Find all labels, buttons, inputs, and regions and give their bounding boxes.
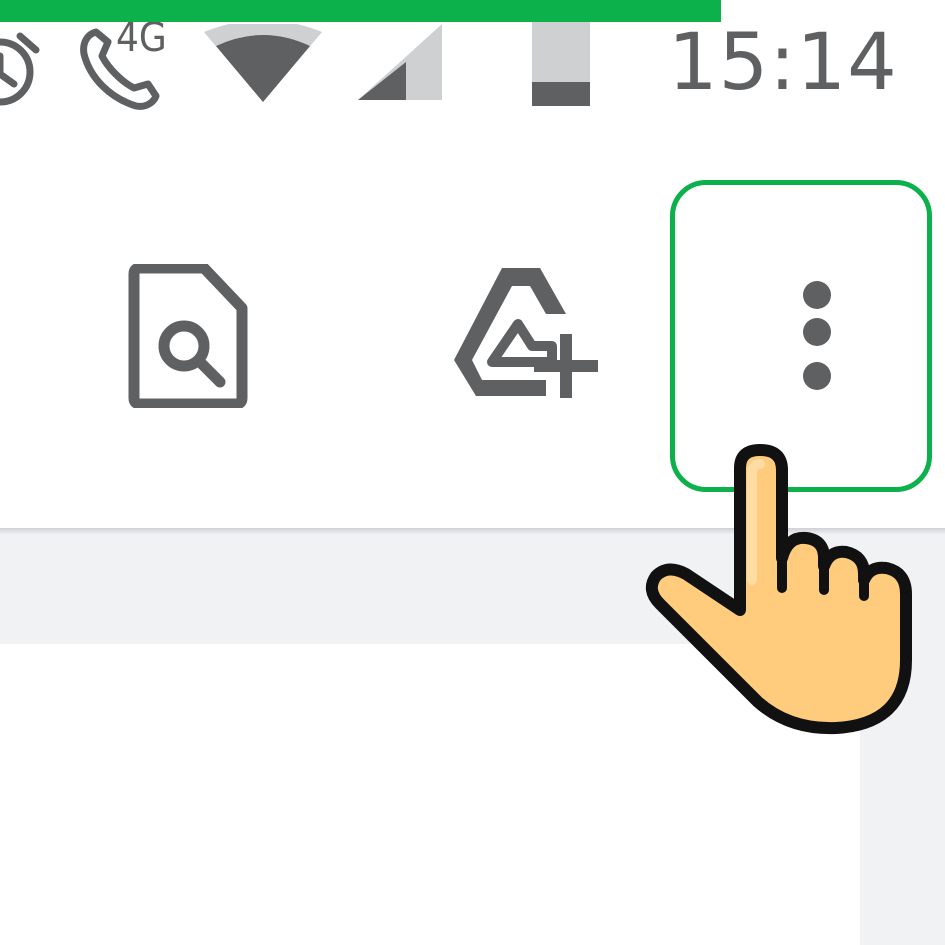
search-document-icon[interactable] <box>128 264 248 408</box>
pointing-hand-icon <box>645 444 912 735</box>
status-time: 15:14 <box>668 18 898 108</box>
top-progress-bar <box>0 0 721 22</box>
add-to-drive-icon[interactable] <box>448 264 604 404</box>
wifi-icon <box>204 24 322 102</box>
app-screen: 4G 15:14 <box>0 0 945 945</box>
alarm-icon <box>0 32 40 106</box>
cell-signal-icon <box>358 24 442 100</box>
